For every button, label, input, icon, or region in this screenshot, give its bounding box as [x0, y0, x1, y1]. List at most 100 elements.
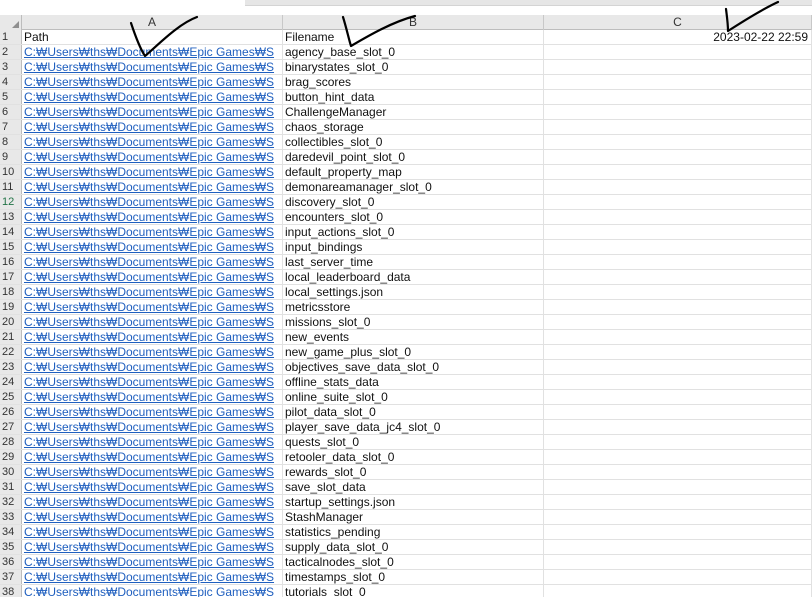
cell-path-link[interactable]: C:₩Users₩ths₩Documents₩Epic Games₩S	[22, 570, 283, 584]
column-header-c[interactable]: C	[544, 15, 812, 30]
row-number[interactable]: 12	[0, 195, 22, 209]
cell-path-link[interactable]: C:₩Users₩ths₩Documents₩Epic Games₩S	[22, 510, 283, 524]
cell-empty[interactable]	[544, 390, 812, 404]
row-number[interactable]: 13	[0, 210, 22, 224]
cell-path-link[interactable]: C:₩Users₩ths₩Documents₩Epic Games₩S	[22, 525, 283, 539]
cell-path-link[interactable]: C:₩Users₩ths₩Documents₩Epic Games₩S	[22, 90, 283, 104]
row-number[interactable]: 14	[0, 225, 22, 239]
cell-filename[interactable]: player_save_data_jc4_slot_0	[283, 420, 544, 434]
row-number[interactable]: 2	[0, 45, 22, 59]
column-header-a[interactable]: A	[22, 15, 283, 30]
cell-path-link[interactable]: C:₩Users₩ths₩Documents₩Epic Games₩S	[22, 375, 283, 389]
cell-filename[interactable]: encounters_slot_0	[283, 210, 544, 224]
cell-filename[interactable]: online_suite_slot_0	[283, 390, 544, 404]
cell-filename[interactable]: button_hint_data	[283, 90, 544, 104]
row-number[interactable]: 22	[0, 345, 22, 359]
cell-filename[interactable]: StashManager	[283, 510, 544, 524]
cell-path-link[interactable]: C:₩Users₩ths₩Documents₩Epic Games₩S	[22, 105, 283, 119]
cell-empty[interactable]	[544, 525, 812, 539]
cell-filename[interactable]: tutorials_slot_0	[283, 585, 544, 597]
row-number[interactable]: 10	[0, 165, 22, 179]
cell-filename[interactable]: save_slot_data	[283, 480, 544, 494]
row-number[interactable]: 7	[0, 120, 22, 134]
cell-empty[interactable]	[544, 585, 812, 597]
cell-path-link[interactable]: C:₩Users₩ths₩Documents₩Epic Games₩S	[22, 360, 283, 374]
cell-empty[interactable]	[544, 270, 812, 284]
row-number[interactable]: 6	[0, 105, 22, 119]
cell-filename[interactable]: metricsstore	[283, 300, 544, 314]
cell-filename[interactable]: objectives_save_data_slot_0	[283, 360, 544, 374]
cell-filename[interactable]: agency_base_slot_0	[283, 45, 544, 59]
cell-empty[interactable]	[544, 330, 812, 344]
cell-filename[interactable]: offline_stats_data	[283, 375, 544, 389]
cell-path-link[interactable]: C:₩Users₩ths₩Documents₩Epic Games₩S	[22, 495, 283, 509]
cell-empty[interactable]	[544, 405, 812, 419]
cell-filename[interactable]: new_game_plus_slot_0	[283, 345, 544, 359]
cell-path-header[interactable]: Path	[22, 30, 283, 44]
column-header-b[interactable]: B	[283, 15, 544, 30]
cell-empty[interactable]	[544, 345, 812, 359]
cell-path-link[interactable]: C:₩Users₩ths₩Documents₩Epic Games₩S	[22, 225, 283, 239]
cell-path-link[interactable]: C:₩Users₩ths₩Documents₩Epic Games₩S	[22, 420, 283, 434]
cell-path-link[interactable]: C:₩Users₩ths₩Documents₩Epic Games₩S	[22, 315, 283, 329]
cell-empty[interactable]	[544, 195, 812, 209]
cell-path-link[interactable]: C:₩Users₩ths₩Documents₩Epic Games₩S	[22, 195, 283, 209]
cell-path-link[interactable]: C:₩Users₩ths₩Documents₩Epic Games₩S	[22, 345, 283, 359]
cell-filename[interactable]: quests_slot_0	[283, 435, 544, 449]
cell-path-link[interactable]: C:₩Users₩ths₩Documents₩Epic Games₩S	[22, 180, 283, 194]
row-number[interactable]: 17	[0, 270, 22, 284]
cell-empty[interactable]	[544, 450, 812, 464]
row-number[interactable]: 31	[0, 480, 22, 494]
cell-filename[interactable]: chaos_storage	[283, 120, 544, 134]
row-number[interactable]: 38	[0, 585, 22, 597]
cell-empty[interactable]	[544, 315, 812, 329]
cell-empty[interactable]	[544, 540, 812, 554]
row-number[interactable]: 30	[0, 465, 22, 479]
row-number[interactable]: 18	[0, 285, 22, 299]
row-number[interactable]: 36	[0, 555, 22, 569]
cell-empty[interactable]	[544, 285, 812, 299]
cell-empty[interactable]	[544, 60, 812, 74]
cell-path-link[interactable]: C:₩Users₩ths₩Documents₩Epic Games₩S	[22, 405, 283, 419]
cell-path-link[interactable]: C:₩Users₩ths₩Documents₩Epic Games₩S	[22, 285, 283, 299]
cell-empty[interactable]	[544, 45, 812, 59]
cell-filename[interactable]: new_events	[283, 330, 544, 344]
cell-empty[interactable]	[544, 495, 812, 509]
row-number[interactable]: 23	[0, 360, 22, 374]
row-number[interactable]: 25	[0, 390, 22, 404]
row-number[interactable]: 19	[0, 300, 22, 314]
cell-path-link[interactable]: C:₩Users₩ths₩Documents₩Epic Games₩S	[22, 135, 283, 149]
cell-empty[interactable]	[544, 480, 812, 494]
cell-path-link[interactable]: C:₩Users₩ths₩Documents₩Epic Games₩S	[22, 75, 283, 89]
cell-empty[interactable]	[544, 240, 812, 254]
cell-filename[interactable]: discovery_slot_0	[283, 195, 544, 209]
cell-filename[interactable]: local_settings.json	[283, 285, 544, 299]
cell-empty[interactable]	[544, 570, 812, 584]
cell-filename[interactable]: brag_scores	[283, 75, 544, 89]
cell-filename[interactable]: input_bindings	[283, 240, 544, 254]
cell-path-link[interactable]: C:₩Users₩ths₩Documents₩Epic Games₩S	[22, 390, 283, 404]
cell-filename[interactable]: ChallengeManager	[283, 105, 544, 119]
cell-path-link[interactable]: C:₩Users₩ths₩Documents₩Epic Games₩S	[22, 165, 283, 179]
cell-filename[interactable]: local_leaderboard_data	[283, 270, 544, 284]
cell-filename[interactable]: last_server_time	[283, 255, 544, 269]
cell-path-link[interactable]: C:₩Users₩ths₩Documents₩Epic Games₩S	[22, 210, 283, 224]
cell-path-link[interactable]: C:₩Users₩ths₩Documents₩Epic Games₩S	[22, 435, 283, 449]
cell-filename[interactable]: timestamps_slot_0	[283, 570, 544, 584]
cell-filename[interactable]: default_property_map	[283, 165, 544, 179]
cell-path-link[interactable]: C:₩Users₩ths₩Documents₩Epic Games₩S	[22, 255, 283, 269]
row-number[interactable]: 9	[0, 150, 22, 164]
cell-path-link[interactable]: C:₩Users₩ths₩Documents₩Epic Games₩S	[22, 60, 283, 74]
cell-filename[interactable]: supply_data_slot_0	[283, 540, 544, 554]
cell-empty[interactable]	[544, 435, 812, 449]
row-number[interactable]: 34	[0, 525, 22, 539]
row-number[interactable]: 32	[0, 495, 22, 509]
cell-empty[interactable]	[544, 510, 812, 524]
row-number[interactable]: 33	[0, 510, 22, 524]
row-number[interactable]: 11	[0, 180, 22, 194]
cell-path-link[interactable]: C:₩Users₩ths₩Documents₩Epic Games₩S	[22, 45, 283, 59]
cell-path-link[interactable]: C:₩Users₩ths₩Documents₩Epic Games₩S	[22, 450, 283, 464]
cell-filename[interactable]: rewards_slot_0	[283, 465, 544, 479]
cell-empty[interactable]	[544, 120, 812, 134]
cell-filename[interactable]: startup_settings.json	[283, 495, 544, 509]
